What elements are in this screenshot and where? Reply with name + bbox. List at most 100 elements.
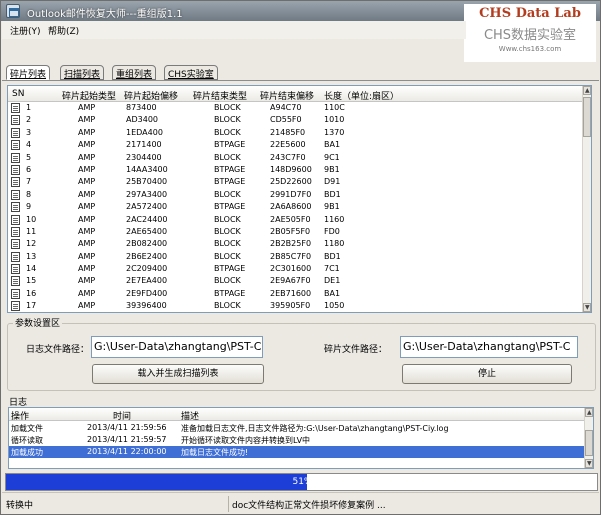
log-list[interactable]: 操作 时间 描述 加载文件 2013/4/11 21:59:56 准备加载日志文件,… — [8, 407, 594, 469]
log-list-header: 操作 时间 描述 — [9, 408, 585, 422]
table-row[interactable]: 14 AMP 2C209400 BTPAGE 2C301600 7C1 — [8, 263, 584, 275]
column-sn[interactable]: SN — [12, 89, 24, 99]
cell-end-offset: A94C70 — [270, 103, 302, 112]
progress-label: 51% — [292, 477, 313, 487]
tab-reassemble-list[interactable]: 重组列表 — [112, 65, 157, 80]
table-row[interactable]: 13 AMP 2B6E2400 BLOCK 2B85C7F0 BD1 — [8, 251, 584, 263]
cell-start-type: AMP — [78, 103, 96, 112]
cell-sn: 15 — [26, 276, 37, 286]
cell-end-offset: 2A6A8600 — [270, 202, 312, 212]
log-row[interactable]: 加载成功 2013/4/11 22:00:00 加载日志文件成功! — [9, 446, 585, 458]
scroll-down-button[interactable]: ▼ — [583, 303, 591, 312]
cell-sn: 6 — [26, 164, 32, 174]
cell-sn: 4 — [26, 140, 32, 150]
table-row[interactable]: 16 AMP 2E9FD400 BTPAGE 2EB71600 BA1 — [8, 288, 584, 300]
fragment-list[interactable]: SN 碎片起始类型 碎片起始偏移 碎片结束类型 碎片结束偏移 长度（单位:扇区）… — [7, 85, 592, 313]
column-description[interactable]: 描述 — [181, 409, 199, 422]
table-row[interactable]: 17 AMP 39396400 BLOCK 395905F0 1050 — [8, 300, 584, 312]
log-row[interactable]: 加载文件 2013/4/11 21:59:56 准备加载日志文件,日志文件路径为:G… — [9, 422, 585, 434]
table-row[interactable]: 3 AMP 1EDA400 BLOCK 21485F0 1370 — [8, 127, 584, 139]
cell-end-type: BLOCK — [214, 301, 241, 311]
table-row[interactable]: 2 AMP AD3400 BLOCK CD55F0 1010 — [8, 114, 584, 126]
table-row[interactable]: 12 AMP 2B082400 BLOCK 2B2B25F0 1180 — [8, 238, 584, 250]
tab-fragment-list[interactable]: 碎片列表 — [6, 65, 51, 80]
load-scan-list-button[interactable]: 载入并生成扫描列表 — [92, 364, 264, 384]
fragment-rows: 1 AMP 873400 BLOCK A94C70 110C 2 AMP AD3400 BLOCK… — [8, 102, 584, 312]
tab-scan-list[interactable]: 扫描列表 — [60, 65, 105, 80]
tab-chs-lab[interactable]: CHS实验室 — [164, 65, 218, 80]
table-row[interactable]: 5 AMP 2304400 BLOCK 243C7F0 9C1 — [8, 152, 584, 164]
cell-start-offset: 2B082400 — [126, 239, 168, 249]
document-icon — [11, 103, 20, 113]
cell-start-offset: 39396400 — [126, 301, 167, 311]
log-scroll-thumb[interactable] — [585, 430, 593, 456]
table-row[interactable]: 10 AMP 2AC24400 BLOCK 2AE505F0 1160 — [8, 214, 584, 226]
cell-start-type: AMP — [78, 251, 96, 261]
cell-length: FD0 — [324, 226, 340, 236]
cell-start-type: AMP — [78, 127, 96, 137]
log-row[interactable]: 循环读取 2013/4/11 21:59:57 开始循环读取文件内容并转换到LV中 — [9, 434, 585, 446]
menu-register[interactable]: 注册(Y) — [10, 24, 41, 37]
cell-end-offset: 2AE505F0 — [270, 214, 311, 224]
cell-end-offset: 2E9A67F0 — [270, 276, 311, 286]
cell-start-type: AMP — [78, 140, 96, 150]
column-start-offset[interactable]: 碎片起始偏移 — [124, 89, 178, 102]
cell-start-offset: 2E9FD400 — [126, 288, 168, 298]
cell-sn: 8 — [26, 189, 32, 199]
cell-sn: 17 — [26, 301, 37, 311]
status-link[interactable]: doc文件结构正常文件损坏修复案例 ... — [232, 498, 386, 511]
log-operation: 循环读取 — [11, 436, 43, 445]
table-row[interactable]: 15 AMP 2E7EA400 BLOCK 2E9A67F0 DE1 — [8, 275, 584, 287]
menu-help[interactable]: 帮助(Z) — [48, 24, 79, 37]
cell-start-type: AMP — [78, 177, 96, 187]
column-end-offset[interactable]: 碎片结束偏移 — [260, 89, 314, 102]
log-description: 准备加载日志文件,日志文件路径为:G:\User-Data\zhangtang\… — [181, 424, 449, 433]
cell-end-type: BLOCK — [214, 226, 241, 236]
table-row[interactable]: 9 AMP 2A572400 BTPAGE 2A6A8600 9B1 — [8, 201, 584, 213]
cell-length: BD1 — [324, 189, 341, 199]
table-row[interactable]: 6 AMP 14AA3400 BTPAGE 148D9600 9B1 — [8, 164, 584, 176]
cell-sn: 13 — [26, 251, 37, 261]
tab-bar: 碎片列表 扫描列表 重组列表 CHS实验室 — [2, 63, 599, 81]
table-row[interactable]: 8 AMP 297A3400 BLOCK 2991D7F0 BD1 — [8, 189, 584, 201]
stop-button[interactable]: 停止 — [402, 364, 572, 384]
log-path-label: 日志文件路径： — [26, 345, 90, 355]
cell-end-offset: 25D22600 — [270, 177, 312, 187]
fragment-path-input[interactable]: G:\User-Data\zhangtang\PST-C — [400, 336, 578, 358]
cell-end-type: BLOCK — [214, 127, 241, 137]
table-row[interactable]: 7 AMP 25B70400 BTPAGE 25D22600 D91 — [8, 176, 584, 188]
cell-length: 1010 — [324, 115, 345, 125]
column-operation[interactable]: 操作 — [11, 409, 29, 422]
cell-end-offset: 2B05F5F0 — [270, 226, 311, 236]
cell-start-offset: 2B6E2400 — [126, 251, 168, 261]
cell-start-offset: 1EDA400 — [126, 127, 163, 137]
column-time[interactable]: 时间 — [113, 409, 131, 422]
log-operation: 加载文件 — [11, 424, 43, 433]
cell-length: 110C — [324, 103, 345, 112]
cell-end-type: BTPAGE — [214, 164, 246, 174]
document-icon — [11, 202, 20, 213]
log-list-scrollbar[interactable]: ▲ ▼ — [584, 408, 593, 468]
status-separator — [228, 496, 229, 512]
table-row[interactable]: 1 AMP 873400 BLOCK A94C70 110C — [8, 102, 584, 114]
cell-length: 9B1 — [324, 202, 340, 212]
scroll-thumb[interactable] — [583, 97, 591, 137]
log-path-input[interactable]: G:\User-Data\zhangtang\PST-Ci — [91, 336, 263, 358]
log-scroll-down-button[interactable]: ▼ — [585, 459, 593, 468]
fragment-list-scrollbar[interactable]: ▲ ▼ — [582, 86, 591, 312]
fragment-list-header: SN 碎片起始类型 碎片起始偏移 碎片结束类型 碎片结束偏移 长度（单位:扇区） — [8, 86, 584, 102]
cell-start-offset: 297A3400 — [126, 189, 168, 199]
cell-start-offset: 2171400 — [126, 140, 162, 150]
column-length[interactable]: 长度（单位:扇区） — [324, 89, 399, 102]
cell-end-type: BTPAGE — [214, 202, 246, 212]
column-start-type[interactable]: 碎片起始类型 — [62, 89, 116, 102]
cell-length: BA1 — [324, 140, 341, 150]
brand-name-cn: CHS数据实验室 — [483, 28, 577, 43]
column-end-type[interactable]: 碎片结束类型 — [193, 89, 247, 102]
table-row[interactable]: 4 AMP 2171400 BTPAGE 22E5600 BA1 — [8, 139, 584, 151]
cell-sn: 16 — [26, 288, 37, 298]
log-scroll-up-button[interactable]: ▲ — [585, 408, 593, 417]
table-row[interactable]: 11 AMP 2AE65400 BLOCK 2B05F5F0 FD0 — [8, 226, 584, 238]
scroll-up-button[interactable]: ▲ — [583, 86, 591, 95]
cell-start-offset: AD3400 — [126, 115, 158, 125]
